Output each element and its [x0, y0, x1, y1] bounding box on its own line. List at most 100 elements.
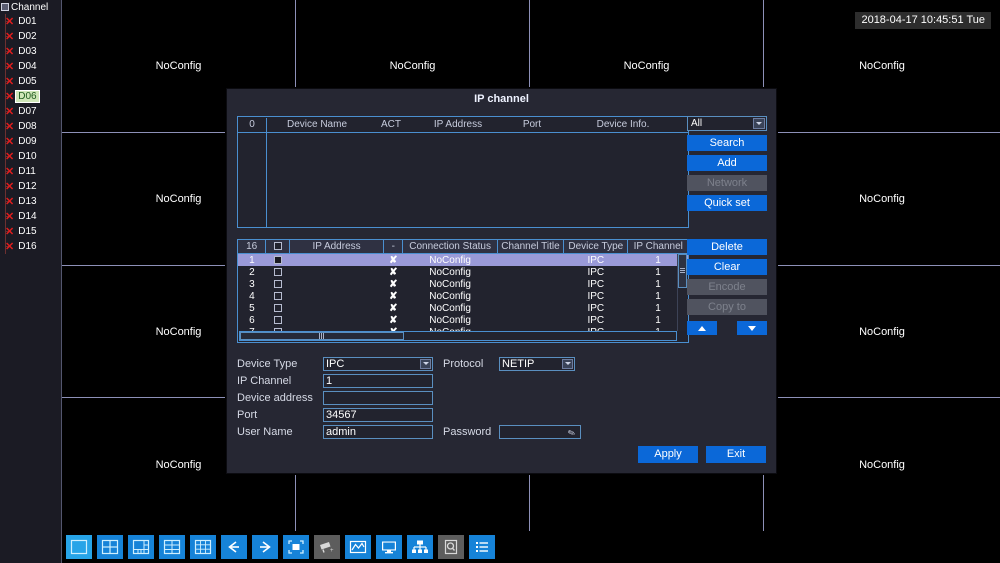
device-row-checkbox-cell[interactable] — [266, 302, 290, 314]
monitor-icon[interactable] — [376, 535, 402, 559]
device-row-connection-status: NoConfig — [402, 253, 498, 266]
main-menu-icon[interactable] — [469, 535, 495, 559]
channel-item-d10[interactable]: ✕ D10 — [0, 149, 61, 164]
device-table-row[interactable]: 2 ✘ NoConfig IPC 1 — [238, 266, 688, 278]
channel-item-d12[interactable]: ✕ D12 — [0, 179, 61, 194]
device-row-act-status: ✘ — [389, 290, 398, 302]
channel-item-d06[interactable]: ✕ D06 — [0, 89, 61, 104]
eight-view-icon[interactable] — [159, 535, 185, 559]
device-row-checkbox[interactable] — [273, 291, 282, 300]
channel-item-d01[interactable]: ✕ D01 — [0, 14, 61, 29]
device-row-ip-address — [289, 253, 384, 266]
arrow-right-icon[interactable] — [252, 535, 278, 559]
channel-item-d14[interactable]: ✕ D14 — [0, 209, 61, 224]
device-row-checkbox-cell[interactable] — [266, 278, 290, 290]
fullscreen-icon[interactable] — [283, 535, 309, 559]
form-row-ip-channel: IP Channel — [237, 372, 766, 389]
device-row-connection-status: NoConfig — [429, 290, 471, 302]
channel-item-d08[interactable]: ✕ D08 — [0, 119, 61, 134]
device-col-ip-channel: IP Channel — [627, 240, 688, 254]
exit-button[interactable]: Exit — [706, 446, 766, 463]
device-table-vertical-scrollbar[interactable] — [677, 254, 687, 331]
channel-offline-icon: ✕ — [5, 180, 15, 193]
scrollbar-thumb[interactable] — [678, 254, 687, 288]
apply-button[interactable]: Apply — [638, 446, 698, 463]
device-table-row[interactable]: 5 ✘ NoConfig IPC 1 — [238, 302, 688, 314]
search-results-body[interactable] — [238, 132, 688, 227]
channel-item-label: D07 — [18, 106, 37, 117]
device-row-checkbox-cell[interactable] — [266, 266, 290, 278]
user-name-input[interactable] — [323, 424, 433, 439]
chevron-down-icon[interactable] — [562, 358, 573, 369]
protocol-select[interactable]: NETIP — [499, 356, 575, 371]
device-row-checkbox[interactable] — [273, 279, 282, 288]
device-table-row[interactable]: 6 ✘ NoConfig IPC 1 — [238, 314, 688, 326]
clear-button[interactable]: Clear — [687, 259, 767, 275]
device-table-row[interactable]: 1 ✘ NoConfig IPC 1 — [238, 253, 688, 266]
device-row-checkbox-cell[interactable] — [265, 253, 290, 266]
search-col-device-name: Device Name — [286, 118, 348, 130]
device-row-checkbox-cell[interactable] — [266, 290, 290, 302]
keyboard-icon[interactable]: ✎ — [567, 427, 578, 440]
device-row-checkbox[interactable] — [273, 315, 282, 324]
arrow-left-icon[interactable] — [221, 535, 247, 559]
device-table-row[interactable]: 4 ✘ NoConfig IPC 1 — [238, 290, 688, 302]
quad-view-icon[interactable] — [97, 535, 123, 559]
device-type-select[interactable]: IPC — [323, 356, 433, 371]
password-input[interactable]: ✎ — [499, 424, 581, 440]
device-address-input[interactable] — [323, 390, 433, 405]
user-name-label: User Name — [237, 425, 293, 438]
six-view-icon[interactable] — [128, 535, 154, 559]
device-col-channel-title: Channel Title — [497, 240, 565, 254]
device-row-checkbox-cell[interactable] — [266, 314, 290, 326]
select-all-checkbox[interactable] — [273, 242, 282, 251]
channel-item-d04[interactable]: ✕ D04 — [0, 59, 61, 74]
chevron-down-icon[interactable] — [753, 118, 765, 129]
hdd-search-icon[interactable] — [438, 535, 464, 559]
device-filter-select[interactable]: All — [687, 116, 767, 131]
channel-item-label: D13 — [18, 196, 37, 207]
device-row-checkbox[interactable] — [273, 255, 282, 264]
ip-channel-input[interactable] — [323, 373, 433, 388]
channel-offline-icon: ✕ — [5, 210, 15, 223]
device-row-connection-status: NoConfig — [429, 302, 471, 314]
encode-button: Encode — [687, 279, 767, 295]
network-tree-icon[interactable] — [407, 535, 433, 559]
device-table-row[interactable]: 3 ✘ NoConfig IPC 1 — [238, 278, 688, 290]
scrollbar-thumb[interactable] — [240, 332, 404, 340]
move-up-button[interactable] — [687, 321, 717, 335]
single-view-icon[interactable] — [66, 535, 92, 559]
delete-button[interactable]: Delete — [687, 239, 767, 255]
channel-item-d07[interactable]: ✕ D07 — [0, 104, 61, 119]
device-row-checkbox[interactable] — [273, 303, 282, 312]
channel-item-d15[interactable]: ✕ D15 — [0, 224, 61, 239]
channel-item-d16[interactable]: ✕ D16 — [0, 239, 61, 254]
channel-item-d13[interactable]: ✕ D13 — [0, 194, 61, 209]
device-table-horizontal-scrollbar[interactable] — [239, 331, 677, 341]
device-row-checkbox[interactable] — [273, 267, 282, 276]
channel-item-d11[interactable]: ✕ D11 — [0, 164, 61, 179]
video-pane[interactable]: NoConfig — [764, 398, 1000, 531]
ip-channel-label: IP Channel — [237, 374, 292, 387]
channel-item-d05[interactable]: ✕ D05 — [0, 74, 61, 89]
playback-chart-icon[interactable] — [345, 535, 371, 559]
quick-set-button[interactable]: Quick set — [687, 195, 767, 211]
password-label: Password — [443, 425, 492, 438]
move-down-button[interactable] — [737, 321, 767, 335]
nine-view-icon[interactable] — [190, 535, 216, 559]
video-pane[interactable]: NoConfig — [764, 133, 1000, 265]
tree-collapse-icon[interactable] — [1, 3, 9, 11]
camera-add-icon[interactable]: + — [314, 535, 340, 559]
channel-item-d03[interactable]: ✕ D03 — [0, 44, 61, 59]
add-button[interactable]: Add — [687, 155, 767, 171]
search-button[interactable]: Search — [687, 135, 767, 151]
device-row-act-status: ✘ — [389, 278, 398, 290]
channel-item-label: D14 — [18, 211, 37, 222]
port-input[interactable] — [323, 407, 433, 422]
channel-sidebar-header[interactable]: Channel — [0, 0, 61, 14]
device-col-checkbox[interactable] — [265, 240, 290, 254]
video-pane[interactable]: NoConfig — [764, 266, 1000, 397]
channel-item-d09[interactable]: ✕ D09 — [0, 134, 61, 149]
chevron-down-icon[interactable] — [420, 358, 431, 369]
channel-item-d02[interactable]: ✕ D02 — [0, 29, 61, 44]
